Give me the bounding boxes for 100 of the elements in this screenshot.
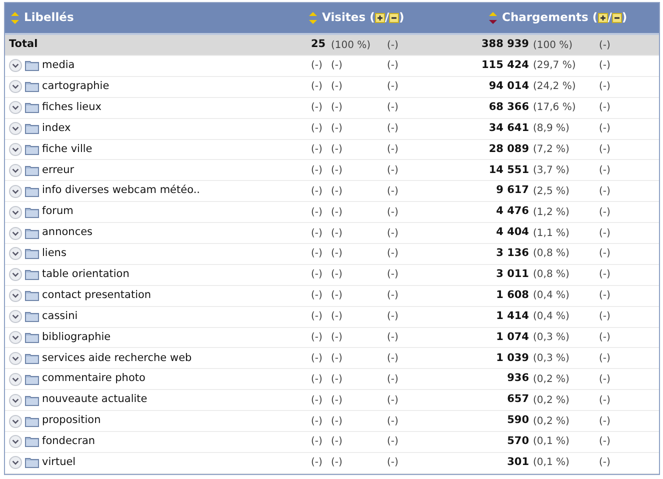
- row-label: table orientation: [42, 266, 130, 282]
- loads-extra: (-): [599, 352, 612, 366]
- visits-value: (-): [310, 184, 324, 199]
- row-label: cassini: [42, 308, 78, 324]
- folder-icon: [25, 436, 39, 448]
- loads-percent: (0,2 %): [533, 394, 570, 408]
- visits-extra: (-): [387, 352, 400, 366]
- expand-icon[interactable]: [9, 184, 22, 198]
- loads-extra: (-): [599, 331, 612, 346]
- visits-value: (-): [310, 80, 324, 94]
- expand-icon[interactable]: [9, 59, 22, 72]
- folder-icon: [25, 416, 39, 427]
- visits-extra: (-): [387, 310, 400, 324]
- sort-icon[interactable]: [488, 11, 498, 25]
- column-header[interactable]: Visites: [322, 9, 366, 27]
- column-header[interactable]: Chargements: [502, 9, 588, 27]
- loads-percent: (0,3 %): [533, 352, 570, 366]
- visits-percent: (-): [330, 435, 344, 450]
- loads-value: 936: [506, 371, 530, 386]
- row-label: virtuel: [42, 454, 76, 470]
- loads-value: 115 424: [480, 58, 530, 74]
- visits-percent: (-): [330, 414, 344, 429]
- row-label: fondecran: [42, 434, 96, 450]
- visits-value: (-): [310, 59, 324, 74]
- visits-percent: (-): [330, 372, 344, 387]
- visits-extra: (-): [387, 372, 400, 387]
- expand-icon[interactable]: [9, 101, 22, 114]
- folder-icon: [25, 290, 39, 302]
- loads-value: 301: [506, 454, 530, 470]
- expand-icon[interactable]: [9, 310, 22, 324]
- visits-extra: (-): [387, 184, 400, 199]
- visits-value: (-): [310, 268, 324, 282]
- visits-percent: (-): [330, 310, 344, 324]
- paren-text: (: [370, 9, 375, 26]
- row-label: cartographie: [42, 78, 110, 94]
- row-label: proposition: [42, 413, 101, 428]
- expand-icon[interactable]: [9, 206, 22, 219]
- row-label: media: [42, 58, 75, 74]
- column-header[interactable]: Libellés: [24, 9, 74, 27]
- loads-extra: (-): [599, 435, 612, 450]
- folder-icon: [25, 311, 39, 322]
- loads-extra: (-): [599, 59, 612, 74]
- paren-text: ): [622, 9, 628, 26]
- expand-icon[interactable]: [598, 13, 608, 23]
- expand-icon[interactable]: [9, 164, 22, 177]
- visits-value: (-): [310, 394, 324, 408]
- folder-icon: [25, 81, 39, 92]
- visits-value: (-): [310, 456, 324, 470]
- expand-icon[interactable]: [9, 372, 22, 386]
- visits-percent: (-): [330, 101, 344, 116]
- expand-icon[interactable]: [374, 13, 385, 23]
- loads-value: 590: [506, 413, 530, 428]
- loads-extra: (-): [599, 289, 612, 304]
- expand-icon[interactable]: [9, 143, 22, 156]
- expand-icon[interactable]: [9, 394, 22, 407]
- loads-percent: (2,5 %): [533, 184, 570, 199]
- loads-value: 9 617: [495, 183, 530, 198]
- collapse-icon[interactable]: [612, 13, 622, 23]
- folder-icon: [25, 102, 39, 114]
- expand-icon[interactable]: [9, 80, 22, 94]
- expand-icon[interactable]: [9, 268, 22, 282]
- loads-percent: (7,2 %): [533, 143, 570, 157]
- loads-percent: (3,7 %): [533, 164, 570, 178]
- slash-text: /: [384, 9, 390, 26]
- visits-extra: (-): [387, 164, 400, 178]
- loads-percent: (0,2 %): [533, 372, 570, 387]
- collapse-icon[interactable]: [389, 13, 400, 23]
- visits-extra: (-): [387, 435, 400, 450]
- expand-icon[interactable]: [9, 331, 22, 344]
- expand-icon[interactable]: [9, 226, 22, 240]
- visits-extra: (-): [387, 226, 400, 241]
- loads-extra: (-): [599, 122, 612, 136]
- visits-percent: (-): [330, 247, 344, 262]
- expand-icon[interactable]: [9, 247, 22, 260]
- expand-icon[interactable]: [9, 289, 22, 302]
- folder-icon: [25, 269, 39, 280]
- visits-extra: (-): [387, 289, 400, 304]
- loads-percent: (0,3 %): [533, 331, 570, 346]
- folder-icon: [25, 123, 39, 134]
- loads-percent: (100 %): [533, 38, 574, 52]
- visits-extra: (-): [387, 268, 400, 282]
- expand-icon[interactable]: [9, 435, 22, 448]
- visits-percent: (-): [330, 184, 344, 199]
- loads-percent: (24,2 %): [533, 80, 577, 94]
- visits-value: (-): [310, 331, 324, 346]
- expand-icon[interactable]: [9, 414, 22, 428]
- loads-extra: (-): [599, 80, 612, 94]
- expand-icon[interactable]: [9, 122, 22, 136]
- loads-value: 68 366: [488, 100, 530, 115]
- row-label: commentaire photo: [42, 371, 146, 386]
- expand-icon[interactable]: [9, 456, 22, 470]
- folder-icon: [25, 144, 39, 155]
- loads-percent: (0,2 %): [533, 414, 570, 429]
- visits-percent: (-): [330, 394, 344, 408]
- visits-value: (-): [310, 435, 324, 450]
- visits-percent: (-): [330, 226, 344, 241]
- visits-value: (-): [310, 289, 324, 304]
- loads-extra: (-): [599, 226, 612, 241]
- loads-value: 3 136: [495, 246, 530, 262]
- expand-icon[interactable]: [9, 352, 22, 365]
